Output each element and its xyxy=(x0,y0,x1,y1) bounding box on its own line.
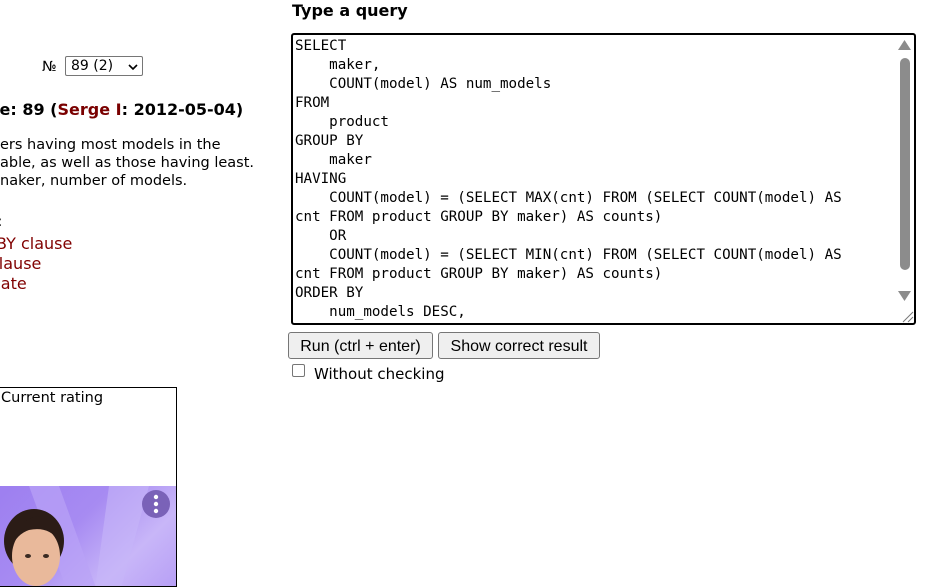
keyword-link[interactable]: BY clause xyxy=(0,234,72,253)
description-line: ers having most models in the xyxy=(0,137,221,153)
editor-scrollbar[interactable] xyxy=(896,36,913,323)
run-button[interactable]: Run (ctrl + enter) xyxy=(288,332,433,359)
exercise-heading: se: 89 (Serge I: 2012-05-04) xyxy=(0,100,243,119)
more-vertical-icon xyxy=(153,494,159,514)
description-line: able, as well as those having least. xyxy=(0,155,255,171)
keyword-link[interactable]: cate xyxy=(0,274,27,293)
rating-panel: Current rating xyxy=(0,387,177,587)
chevron-down-icon xyxy=(128,64,138,71)
scrollbar-thumb[interactable] xyxy=(900,58,910,270)
exercise-heading-prefix: se: 89 ( xyxy=(0,100,58,119)
triangle-down-icon[interactable] xyxy=(898,291,911,301)
keyword-link[interactable]: clause xyxy=(0,254,41,273)
query-editor[interactable]: SELECT maker, COUNT(model) AS num_models… xyxy=(291,33,916,325)
triangle-up-icon[interactable] xyxy=(898,40,911,50)
exercise-heading-suffix: : 2012-05-04) xyxy=(121,100,244,119)
ad-image[interactable] xyxy=(0,486,176,586)
rating-title: Current rating xyxy=(1,390,104,406)
task-number-label: № xyxy=(42,59,57,75)
resize-grip-icon[interactable] xyxy=(900,309,914,323)
ad-menu-button[interactable] xyxy=(142,490,170,518)
without-checking-checkbox[interactable] xyxy=(292,364,305,377)
task-description: ers having most models in the able, as w… xyxy=(0,136,260,190)
exercise-author-link[interactable]: Serge I xyxy=(58,100,122,119)
without-checking-label[interactable]: Without checking xyxy=(314,365,445,383)
keywords-label: s: xyxy=(0,214,2,230)
query-heading: Type a query xyxy=(292,1,408,20)
task-select-value: 89 (2) xyxy=(71,58,114,74)
task-select[interactable]: 89 (2) xyxy=(65,56,143,76)
description-line: naker, number of models. xyxy=(0,173,188,189)
query-text[interactable]: SELECT maker, COUNT(model) AS num_models… xyxy=(295,37,894,322)
show-correct-result-button[interactable]: Show correct result xyxy=(438,332,600,359)
